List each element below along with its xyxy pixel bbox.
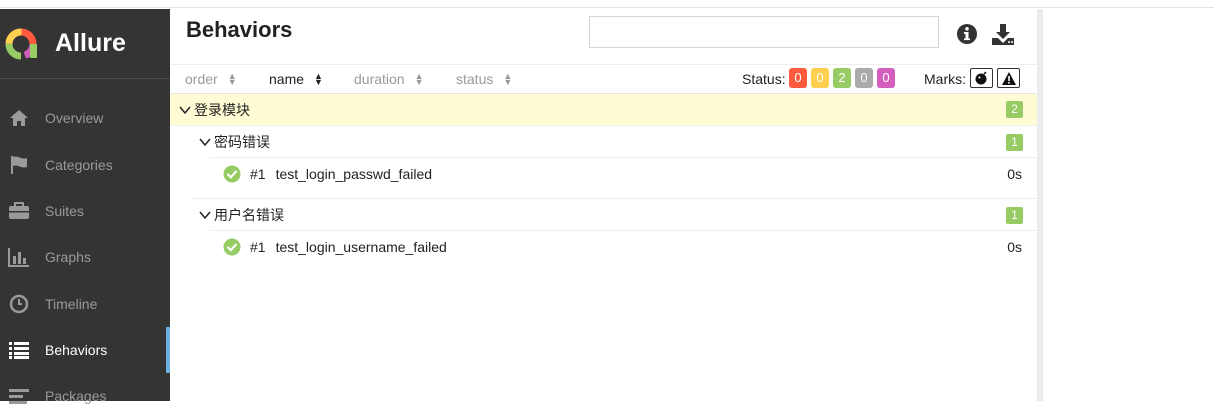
sort-label: status xyxy=(456,71,494,87)
status-broken-badge[interactable]: 0 xyxy=(811,68,829,88)
status-passed-badge[interactable]: 2 xyxy=(833,68,851,88)
bar-chart-icon xyxy=(8,246,30,268)
test-duration: 0s xyxy=(1007,238,1022,255)
subgroup-name: 用户名错误 xyxy=(214,207,284,223)
behavior-subgroup-row[interactable]: 密码错误 1 xyxy=(170,126,1037,158)
group-name: 登录模块 xyxy=(194,101,250,118)
sidebar-item-graphs[interactable]: Graphs xyxy=(0,234,170,280)
test-number: #1 xyxy=(250,165,266,182)
sort-status[interactable]: status ▲ ▼ xyxy=(456,71,512,87)
sidebar-item-timeline[interactable]: Timeline xyxy=(0,281,170,327)
clock-icon xyxy=(8,293,30,315)
subgroup-count-badge: 1 xyxy=(1006,133,1023,151)
warning-icon xyxy=(1001,71,1016,85)
top-border xyxy=(0,0,1214,8)
sidebar-item-categories[interactable]: Categories xyxy=(0,142,170,188)
mark-new-failed-toggle[interactable] xyxy=(997,68,1020,88)
group-count-badge: 2 xyxy=(1006,101,1023,118)
sort-name[interactable]: name ▲ ▼ xyxy=(269,71,323,87)
status-unknown-badge[interactable]: 0 xyxy=(877,68,895,88)
check-circle-icon xyxy=(223,165,241,182)
sidebar-item-overview[interactable]: Overview xyxy=(0,95,170,141)
bomb-icon xyxy=(975,71,987,85)
sidebar-item-label: Overview xyxy=(45,110,104,126)
sidebar-item-label: Timeline xyxy=(45,296,98,312)
sidebar-item-label: Packages xyxy=(45,388,107,404)
sort-bar: order ▲ ▼ name ▲ ▼ duration ▲ ▼ status ▲ ▼ S… xyxy=(170,64,1037,94)
sidebar-item-label: Behaviors xyxy=(45,342,108,358)
sort-arrows-icon: ▲ ▼ xyxy=(227,71,237,87)
sort-duration[interactable]: duration ▲ ▼ xyxy=(354,71,424,87)
allure-logo-icon xyxy=(5,28,37,59)
sort-label: order xyxy=(185,71,218,87)
sidebar-item-label: Suites xyxy=(45,203,84,219)
app-name: Allure xyxy=(55,29,126,57)
sidebar: Allure Overview Categories Suites Graphs… xyxy=(0,9,170,404)
test-row[interactable]: #1 test_login_username_failed 0s xyxy=(210,230,1037,262)
marks-label: Marks: xyxy=(924,71,966,87)
test-name: test_login_passwd_failed xyxy=(275,165,433,182)
behavior-subgroup-row[interactable]: 用户名错误 1 xyxy=(170,199,1037,231)
subgroup-count-badge: 1 xyxy=(1006,206,1023,224)
page-title: Behaviors xyxy=(186,17,293,42)
sidebar-item-behaviors[interactable]: Behaviors xyxy=(0,327,170,373)
sort-label: duration xyxy=(354,71,405,87)
align-left-icon xyxy=(8,385,30,407)
behavior-group-row[interactable]: 登录模块 2 xyxy=(170,94,1037,126)
sort-order[interactable]: order ▲ ▼ xyxy=(185,71,237,87)
pane-splitter[interactable] xyxy=(1037,9,1043,401)
sidebar-item-packages[interactable]: Packages xyxy=(0,373,170,419)
sort-label: name xyxy=(269,71,305,87)
chevron-down-icon xyxy=(199,211,211,220)
chevron-down-icon xyxy=(199,138,211,147)
sort-arrows-icon: ▲ ▼ xyxy=(503,71,513,87)
chevron-down-icon xyxy=(179,106,191,114)
home-icon xyxy=(8,107,30,129)
test-name: test_login_username_failed xyxy=(275,238,447,255)
brand[interactable]: Allure xyxy=(0,9,170,79)
main-pane: Behaviors order ▲ ▼ name ▲ ▼ duration ▲ ▼ s… xyxy=(170,9,1037,401)
test-row[interactable]: #1 test_login_passwd_failed 0s xyxy=(210,157,1037,189)
status-label: Status: xyxy=(742,71,786,87)
list-icon xyxy=(8,339,30,361)
briefcase-icon xyxy=(8,200,30,222)
info-icon[interactable] xyxy=(956,23,980,47)
status-skipped-badge[interactable]: 0 xyxy=(855,68,873,88)
sidebar-item-label: Categories xyxy=(45,157,113,173)
sort-arrows-icon: ▲ ▼ xyxy=(414,71,424,87)
test-number: #1 xyxy=(250,238,266,255)
test-duration: 0s xyxy=(1007,165,1022,182)
mark-flaky-toggle[interactable] xyxy=(970,68,993,88)
check-circle-icon xyxy=(223,238,241,255)
status-failed-badge[interactable]: 0 xyxy=(789,68,807,88)
sort-arrows-icon: ▲ ▼ xyxy=(314,71,323,87)
sidebar-item-suites[interactable]: Suites xyxy=(0,188,170,234)
subgroup-name: 密码错误 xyxy=(214,134,270,150)
flag-icon xyxy=(8,154,30,176)
sidebar-item-label: Graphs xyxy=(45,249,91,265)
download-icon[interactable] xyxy=(991,23,1015,47)
search-input[interactable] xyxy=(589,16,939,48)
